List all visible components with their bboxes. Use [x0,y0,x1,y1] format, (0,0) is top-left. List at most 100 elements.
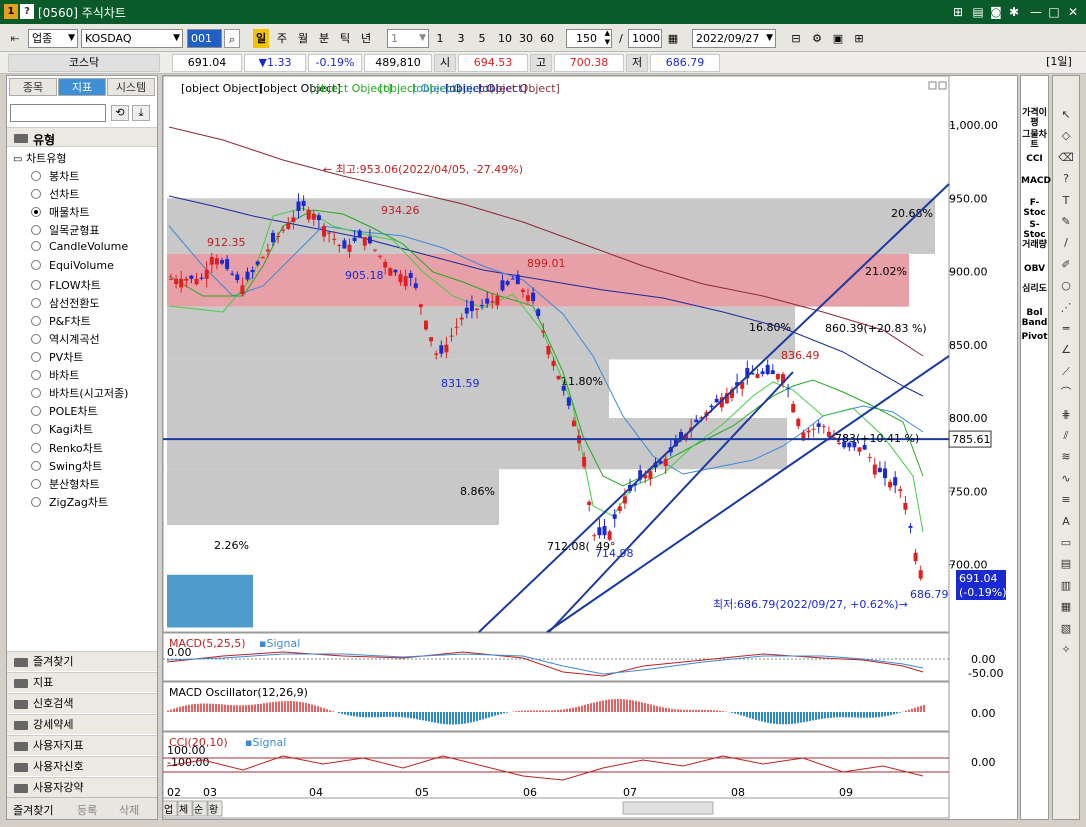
chart-type-option[interactable]: FLOW차트 [31,277,101,293]
line-icon[interactable]: ═ [1058,322,1074,336]
chart-area[interactable]: 1,000.00 950.00 900.00 850.00 800.00 750.00 70… [162,75,1018,820]
bottom-menu-item[interactable]: 강세약세 [7,714,157,734]
chart-type-option[interactable]: CandleVolume [31,240,128,253]
calendar-icon[interactable]: ▦ [665,29,681,48]
eraser-icon[interactable]: ◇ [1058,129,1074,143]
refresh-icon[interactable]: ⟲ [111,105,129,121]
chart-type-option[interactable]: ZigZag차트 [31,494,108,510]
prev-symbol-icon[interactable]: ⇤ [8,29,22,48]
section-type[interactable]: 유형 [7,127,157,147]
market-select[interactable]: 업종 ▼ [28,29,78,48]
radio-icon[interactable] [31,279,41,290]
period-minute[interactable]: 분 [316,29,332,48]
chart-type-group[interactable]: ▭ 차트유형 [13,150,66,166]
arc-icon[interactable]: ⌒ [1058,386,1074,400]
parallel-icon[interactable]: ≋ [1058,450,1074,464]
count-stepper[interactable]: 150 ▲ ▼ [566,29,612,48]
radio-icon[interactable] [31,424,41,435]
gear-icon[interactable]: ⚙ [809,29,825,48]
radio-icon[interactable] [31,370,41,381]
chart-type-option[interactable]: P&F차트 [31,313,91,329]
chart-type-option[interactable]: 매물차트 [31,204,89,220]
indicator-shortcut[interactable]: Bol Band [1021,308,1048,328]
menu-number-icon[interactable]: 1 [4,4,18,19]
wave-icon[interactable]: ∿ [1058,472,1074,486]
radio-icon[interactable] [31,315,41,326]
print-icon[interactable]: ▤ [970,4,986,20]
tab-stock[interactable]: 종목 [9,78,57,96]
indicator-shortcut[interactable]: 그물차트 [1021,130,1048,150]
indicator-shortcut[interactable]: 가격이평 [1021,108,1048,128]
radio-icon[interactable] [31,297,41,308]
radio-icon[interactable] [31,388,41,399]
save-icon[interactable]: ▣ [830,29,846,48]
indicator-shortcut[interactable]: S-Stoc [1021,220,1048,240]
wrench-icon[interactable]: ✧ [1058,643,1074,657]
tab-indicator[interactable]: 지표 [58,78,106,96]
bottom-menu-item[interactable]: 사용자신호 [7,756,157,776]
chart-type-option[interactable]: 바차트(시고저종) [31,385,128,401]
bottom-menu-item[interactable]: 신호검색 [7,693,157,713]
indicator-shortcut[interactable]: OBV [1021,264,1048,274]
chart-type-option[interactable]: EquiVolume [31,259,114,272]
auto-icon[interactable]: A [1058,515,1074,529]
window-icon[interactable]: ▭ [1058,536,1074,550]
chart-type-option[interactable]: Renko차트 [31,440,103,456]
bottom-menu-item[interactable]: 사용자강약 [7,777,157,797]
chart-type-option[interactable]: 선차트 [31,186,79,202]
minimize-icon[interactable]: — [1028,4,1044,20]
max-count-input[interactable]: 1000 [628,29,662,48]
symbol-input[interactable]: KOSDAQ ▼ [81,29,183,48]
radio-icon[interactable] [31,352,41,362]
chart-type-option[interactable]: 바차트 [31,367,79,383]
help-icon[interactable]: ? [20,4,34,19]
search-icon[interactable]: ⌕ [224,29,240,48]
angle-icon[interactable]: ∠ [1058,343,1074,357]
settings-icon[interactable]: ✱ [1006,4,1022,20]
footer-delete[interactable]: 삭제 [119,802,139,818]
period-week[interactable]: 주 [274,29,290,48]
interval-select[interactable]: 1 ▼ [387,29,429,48]
chart-type-option[interactable]: 분산형차트 [31,476,100,492]
chart-tool-icon[interactable]: ⊟ [788,29,804,48]
close-icon[interactable]: ✕ [1065,4,1081,20]
chart-type-option[interactable]: POLE차트 [31,403,98,419]
radio-icon[interactable] [31,225,41,236]
cursor-icon[interactable]: ↖ [1058,108,1074,122]
help-icon[interactable]: ? [1058,172,1074,186]
period-month[interactable]: 월 [295,29,311,48]
radio-icon[interactable] [31,259,41,270]
channel-icon[interactable]: ⫽ [1058,429,1074,443]
chart-type-option[interactable]: 일목균형표 [31,222,100,238]
chart-type-option[interactable]: 삼선전환도 [31,295,100,311]
chart-type-option[interactable]: 역시계곡선 [31,331,100,347]
link-icon[interactable]: ⊞ [950,4,966,20]
date-select[interactable]: 2022/09/27 ▼ [692,29,776,48]
footer-register[interactable]: 등록 [77,802,97,818]
list-icon[interactable]: ≡ [1058,493,1074,507]
footer-favorites[interactable]: 즐겨찾기 [13,802,53,818]
indicator-search-input[interactable] [10,104,106,122]
indicator-shortcut[interactable]: MACD [1021,176,1051,186]
radio-icon[interactable] [31,207,41,218]
ray-icon[interactable]: ⟋ [1058,365,1074,379]
tab-system[interactable]: 시스템 [107,78,155,96]
erase-all-icon[interactable]: ⌫ [1058,151,1074,165]
indicator-shortcut[interactable]: CCI [1021,154,1048,164]
stock-chart[interactable]: 1,000.00 950.00 900.00 850.00 800.00 750.00 70… [162,75,1017,819]
interval-5[interactable]: 5 [474,29,490,48]
bottom-menu-item[interactable]: 지표 [7,672,157,692]
radio-icon[interactable] [31,496,41,507]
camera-icon[interactable]: ◙ [988,4,1004,20]
fib-icon[interactable]: ⋰ [1058,301,1074,315]
radio-icon[interactable] [31,406,41,417]
chart-type-option[interactable]: Kagi차트 [31,421,93,437]
paint-icon[interactable]: ✎ [1058,215,1074,229]
maximize-icon[interactable]: □ [1046,4,1062,20]
radio-icon[interactable] [31,460,41,471]
stepper-arrows-icon[interactable]: ▲ ▼ [605,30,610,47]
indicator-icon[interactable]: ⊞ [851,29,867,48]
period-year[interactable]: 년 [358,29,374,48]
radio-icon[interactable] [31,442,41,453]
indicator-shortcut[interactable]: 거래량 [1021,240,1048,250]
